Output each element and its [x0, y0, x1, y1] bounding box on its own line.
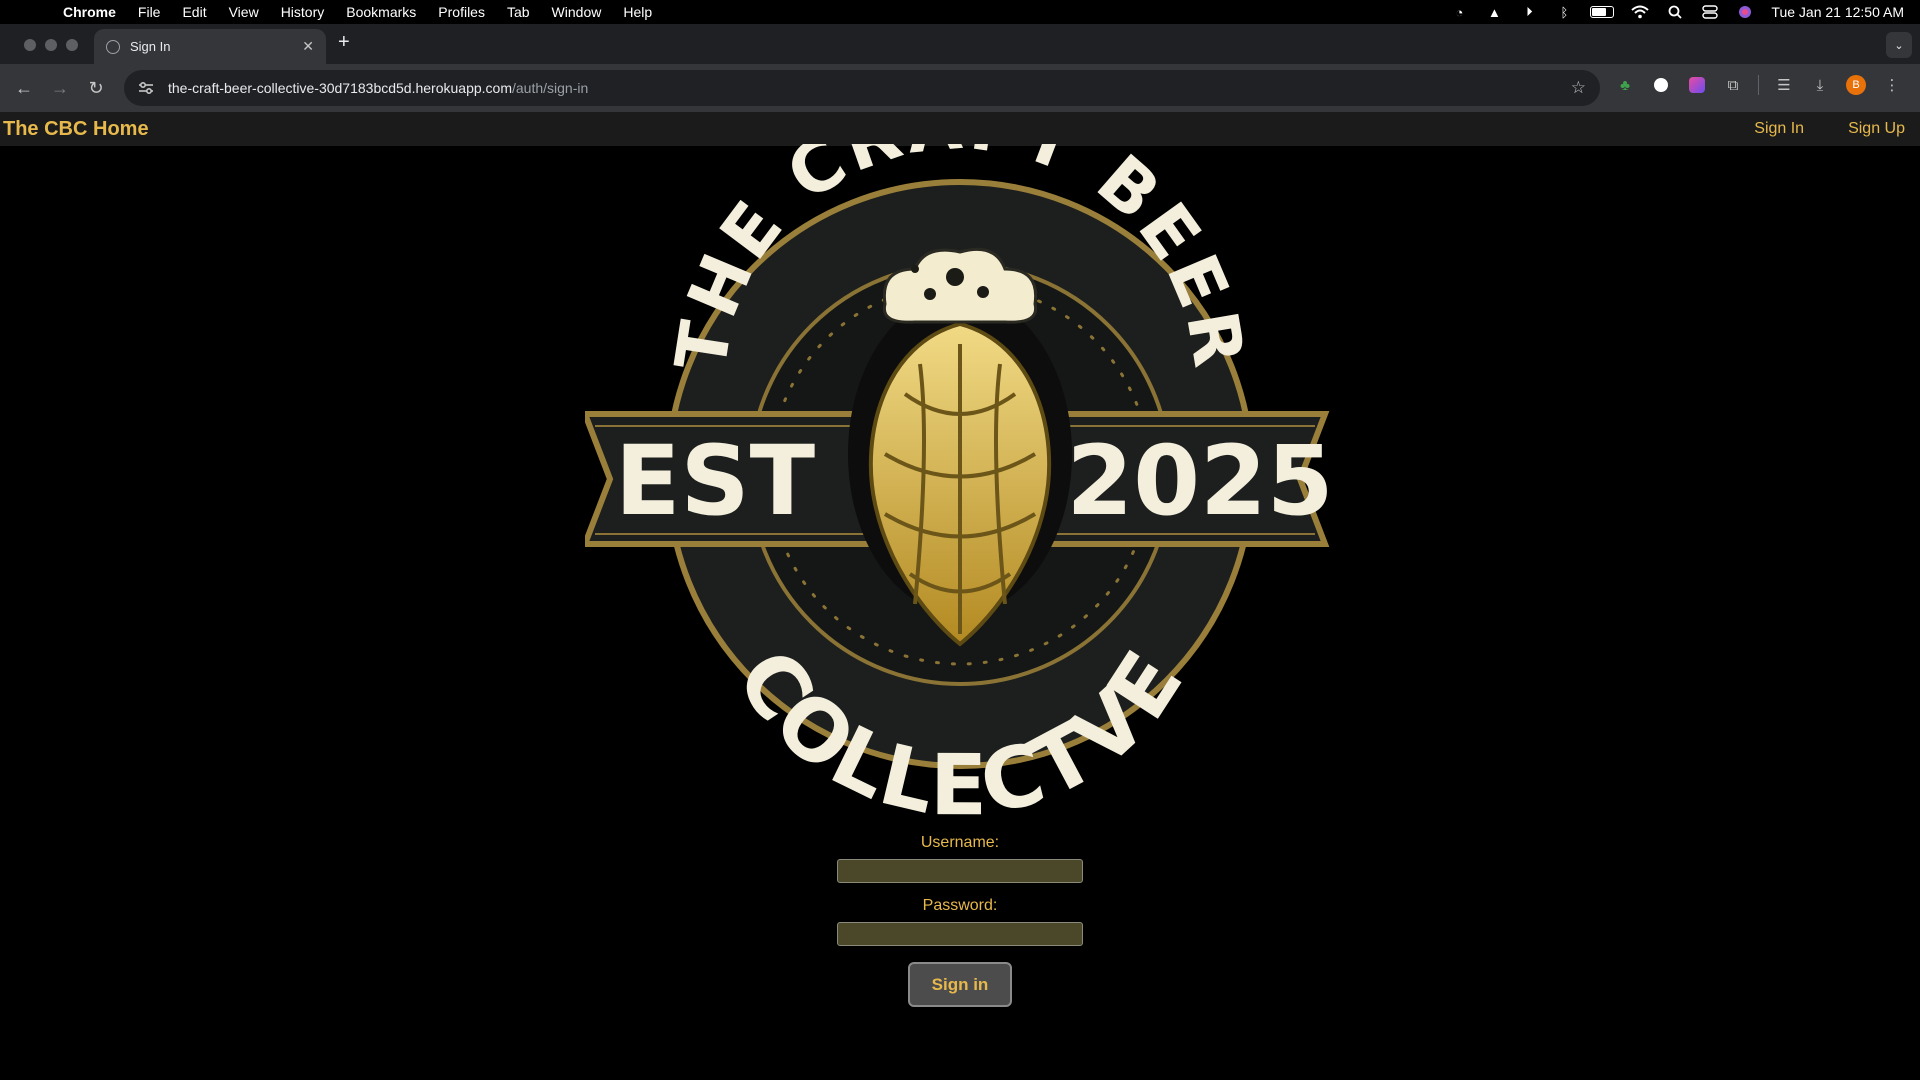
minimize-window-button[interactable] [45, 39, 57, 51]
active-tab[interactable]: Sign In ✕ [94, 29, 326, 64]
password-label: Password: [922, 897, 998, 914]
sign-in-button[interactable]: Sign in [908, 962, 1012, 1007]
logo-est-text: EST [615, 425, 815, 537]
menu-profiles[interactable]: Profiles [427, 4, 496, 20]
menu-bar-clock[interactable]: Tue Jan 21 12:50 AM [1771, 4, 1904, 20]
menu-view[interactable]: View [218, 4, 270, 20]
wifi-icon[interactable] [1631, 5, 1650, 19]
url-path: /auth/sign-in [511, 80, 589, 96]
menu-window[interactable]: Window [541, 4, 613, 20]
play-circle-icon[interactable]: ⏵ [1520, 4, 1538, 19]
globe-icon [106, 39, 120, 54]
menu-bookmarks[interactable]: Bookmarks [335, 4, 427, 20]
warning-triangle-icon[interactable]: ▲ [1485, 5, 1503, 20]
spotlight-search-icon[interactable] [1666, 5, 1684, 19]
menu-tab[interactable]: Tab [496, 4, 541, 20]
more-menu-icon[interactable]: ⋮ [1881, 74, 1903, 96]
logo-year-text: 2025 [1066, 425, 1333, 537]
toolbar-divider [1758, 75, 1759, 95]
battery-icon[interactable] [1590, 6, 1615, 18]
back-arrow-icon[interactable]: ← [6, 70, 42, 106]
tree-extension-icon[interactable]: ♣ [1614, 74, 1636, 96]
profile-avatar[interactable]: B [1845, 74, 1867, 96]
browser-toolbar: ← → ↻ the-craft-beer-collective-30d7183b… [0, 64, 1920, 112]
status-area: ◔ ▲ ⏵ ᛒ Tue Jan 21 12:50 AM [1450, 4, 1920, 20]
tab-search-chevron-icon[interactable]: ⌄ [1886, 32, 1912, 58]
nav-links: Sign In Sign Up [1754, 120, 1920, 138]
sign-up-link[interactable]: Sign Up [1848, 120, 1905, 138]
gradient-extension-icon[interactable] [1686, 74, 1708, 96]
site-navbar: The CBC Home Sign In Sign Up [0, 112, 1920, 146]
reading-list-icon[interactable]: ☰ [1773, 74, 1795, 96]
macos-menu-bar: Chrome File Edit View History Bookmarks … [0, 0, 1920, 24]
new-tab-button[interactable]: + [338, 31, 350, 54]
menu-help[interactable]: Help [612, 4, 663, 20]
tab-title: Sign In [130, 39, 171, 54]
craft-beer-collective-logo: THE CRAFT BEER EST 2025 COLLECTVE [585, 144, 1334, 834]
circle-extension-icon[interactable] [1650, 74, 1672, 96]
forward-arrow-icon[interactable]: → [42, 70, 78, 106]
url-text[interactable]: the-craft-beer-collective-30d7183bcd5d.h… [168, 80, 588, 96]
address-bar[interactable]: the-craft-beer-collective-30d7183bcd5d.h… [124, 70, 1600, 106]
zoom-window-button[interactable] [66, 39, 78, 51]
sign-in-form: Username: Password: Sign in [0, 834, 1920, 1007]
bookmark-star-icon[interactable]: ☆ [1571, 78, 1586, 98]
sign-in-link[interactable]: Sign In [1754, 120, 1804, 138]
web-page: The CBC Home Sign In Sign Up THE C BEER … [0, 112, 1920, 1080]
username-label: Username: [920, 834, 1000, 851]
speedometer-icon[interactable]: ◔ [1450, 5, 1468, 20]
menu-app-chrome[interactable]: Chrome [52, 4, 127, 20]
profile-initial: B [1846, 75, 1866, 95]
username-input[interactable] [837, 859, 1083, 883]
url-host: the-craft-beer-collective-30d7183bcd5d.h… [168, 80, 512, 96]
siri-icon[interactable] [1736, 5, 1754, 19]
menu-file[interactable]: File [127, 4, 172, 20]
menu-history[interactable]: History [270, 4, 336, 20]
control-center-icon[interactable] [1701, 5, 1719, 19]
site-info-icon[interactable] [138, 81, 154, 95]
home-link[interactable]: The CBC Home [0, 118, 149, 141]
bluetooth-icon[interactable]: ᛒ [1555, 5, 1573, 20]
reload-icon[interactable]: ↻ [78, 70, 114, 106]
download-icon[interactable]: ⤓ [1809, 74, 1831, 96]
password-input[interactable] [837, 922, 1083, 946]
close-tab-icon[interactable]: ✕ [302, 38, 314, 55]
menu-edit[interactable]: Edit [171, 4, 217, 20]
close-window-button[interactable] [24, 39, 36, 51]
extensions-area: ♣ ⧉ ☰ ⤓ B ⋮ [1614, 74, 1903, 96]
puzzle-extensions-icon[interactable]: ⧉ [1722, 74, 1744, 96]
window-controls [24, 39, 78, 51]
browser-tab-strip: Sign In ✕ + ⌄ [0, 24, 1920, 64]
